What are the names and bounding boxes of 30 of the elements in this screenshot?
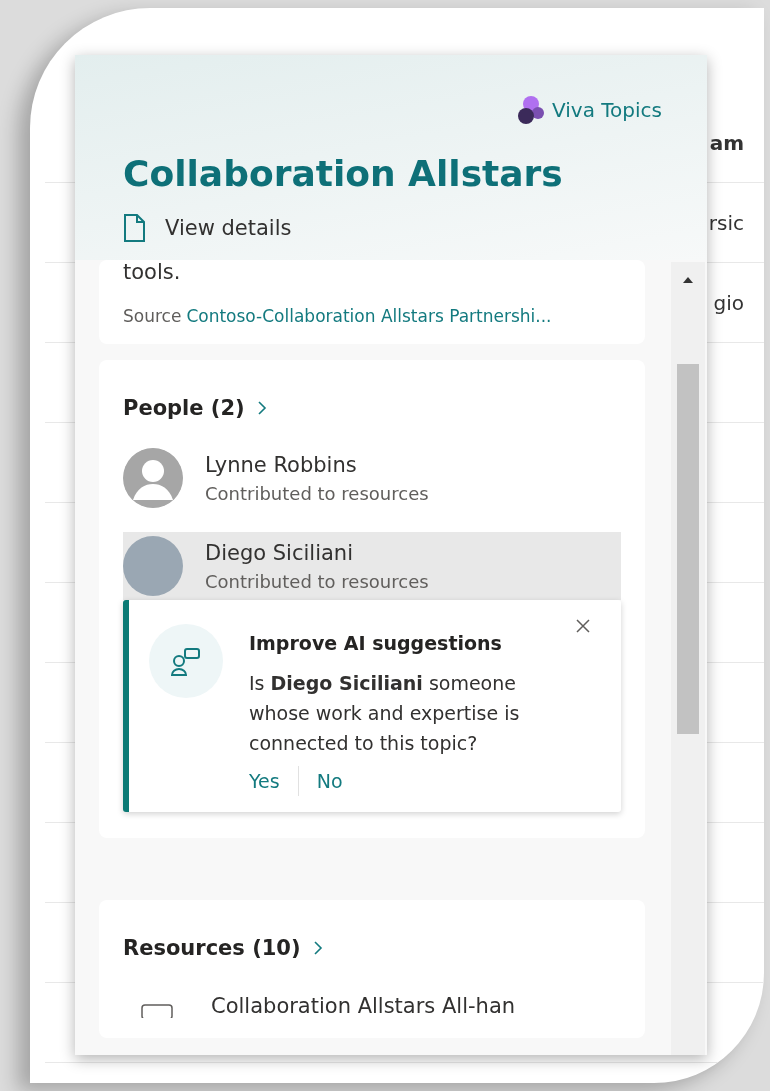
person-row[interactable]: Diego Siciliani Contributed to resources (123, 532, 621, 600)
brand-name: Viva Topics (552, 98, 662, 122)
suggestion-question: Is Diego Siciliani someone whose work and expertise is connected to this topic? (249, 671, 521, 756)
topic-title: Collaboration Allstars (123, 153, 564, 194)
resource-title: Collaboration Allstars All-han (211, 994, 516, 1018)
answer-button[interactable]: Yes (249, 766, 299, 796)
table-text: am (709, 130, 744, 155)
table-text: gio (713, 290, 744, 315)
source-link[interactable]: Contoso-Collaboration Allstars Partnershi... (186, 306, 552, 326)
chevron-icon (312, 940, 323, 956)
photo-placeholder (123, 536, 183, 596)
brand-logo-icon (516, 95, 546, 125)
person-subtitle: Contributed to resources (205, 482, 429, 504)
suggestion-title: Improve AI suggestions (249, 632, 503, 654)
scroll-up-arrow-icon[interactable] (682, 276, 694, 284)
person-subtitle: Contributed to resources (205, 570, 429, 592)
chevron-icon (256, 400, 267, 416)
table-text: rsic (708, 210, 744, 235)
description-text: tools. (123, 260, 182, 284)
resource-row[interactable]: Collaboration Allstars All-han (123, 994, 621, 1018)
resources-heading[interactable]: Resources (10) (123, 936, 621, 960)
answer-button[interactable]: No (316, 766, 361, 796)
person-name: Diego Siciliani (205, 540, 354, 565)
source-label: Source (123, 306, 182, 326)
person-name: Lynne Robbins (205, 452, 358, 477)
view-details-link[interactable]: View details (123, 214, 662, 242)
scrollbar[interactable] (671, 262, 705, 1055)
avatar-silhouette (123, 448, 183, 508)
person-row[interactable]: Lynne Robbins Contributed to resources (123, 444, 621, 512)
people-heading[interactable]: People (2) (123, 396, 621, 420)
